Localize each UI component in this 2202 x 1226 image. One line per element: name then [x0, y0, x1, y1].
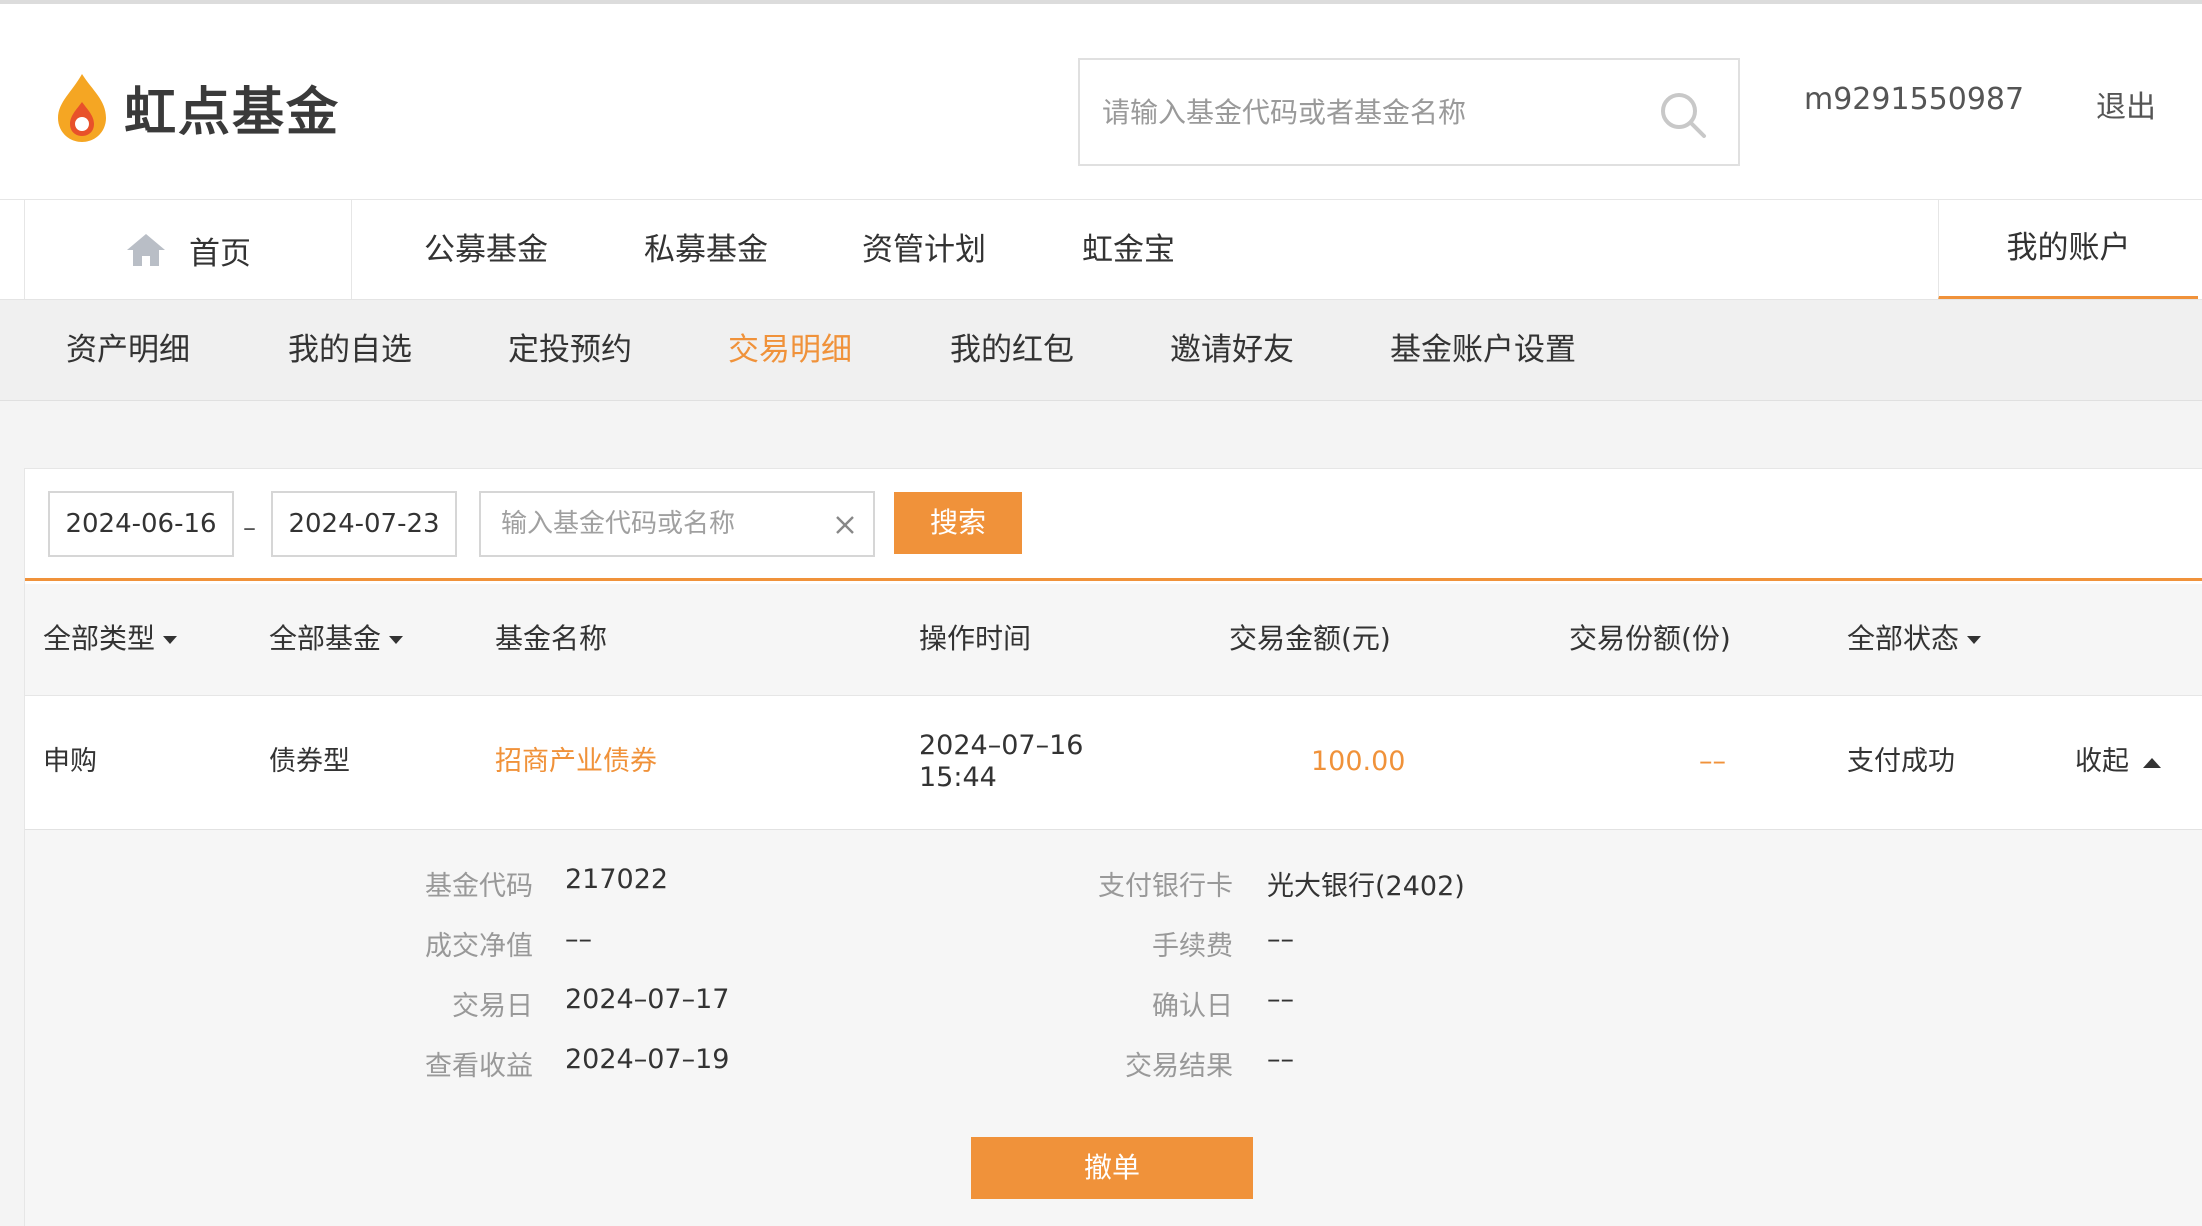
caret-down-icon — [163, 636, 178, 644]
subnav-red-packets[interactable]: 我的红包 — [950, 300, 1074, 400]
detail-label: 确认日 — [1152, 991, 1233, 1022]
date-separator: – — [243, 513, 256, 543]
logo-flame-icon — [58, 73, 106, 142]
detail-confirm-date: –– — [1267, 984, 1294, 1015]
nav-my-account[interactable]: 我的账户 — [1938, 200, 2198, 300]
caret-up-icon — [2143, 757, 2161, 768]
nav-private-funds[interactable]: 私募基金 — [644, 200, 768, 300]
nav-hongjinbao[interactable]: 虹金宝 — [1082, 200, 1175, 300]
end-date-picker[interactable]: 2024-07-23 — [271, 491, 457, 557]
col-operation-time: 操作时间 — [919, 622, 1032, 655]
subnav-invite-friends[interactable]: 邀请好友 — [1170, 300, 1294, 400]
detail-label: 交易结果 — [1125, 1051, 1233, 1082]
table-header: 全部类型 全部基金 基金名称 操作时间 交易金额(元) 交易份额(份) 全部状态 — [25, 584, 2202, 696]
row-shares: –– — [1699, 746, 1726, 777]
clear-icon[interactable] — [833, 513, 857, 537]
detail-label: 基金代码 — [425, 871, 533, 902]
start-date-picker[interactable]: 2024-06-16 — [48, 491, 234, 557]
row-operation-time: 2024–07–16 15:44 — [919, 730, 1083, 794]
fund-search-input[interactable] — [1102, 60, 1662, 164]
subnav-fund-account-settings[interactable]: 基金账户设置 — [1390, 300, 1576, 400]
filter-bar: 2024-06-16 – 2024-07-23 搜索 — [25, 469, 2202, 581]
account-sub-nav: 资产明细 我的自选 定投预约 交易明细 我的红包 邀请好友 基金账户设置 — [0, 299, 2202, 401]
caret-down-icon — [1967, 636, 1982, 644]
fund-filter-input[interactable] — [501, 493, 821, 555]
subnav-watchlist[interactable]: 我的自选 — [288, 300, 412, 400]
nav-home[interactable]: 首页 — [24, 200, 352, 300]
detail-bank-card: 光大银行(2402) — [1267, 871, 1465, 902]
row-time: 15:44 — [919, 762, 997, 793]
fund-filter-box[interactable] — [479, 491, 875, 557]
row-fund-type: 债券型 — [269, 746, 350, 777]
col-fund-name: 基金名称 — [495, 622, 608, 655]
col-shares: 交易份额(份) — [1569, 622, 1731, 655]
detail-result: –– — [1267, 1044, 1294, 1075]
row-type: 申购 — [43, 746, 97, 777]
collapse-label: 收起 — [2075, 746, 2129, 777]
subnav-assets[interactable]: 资产明细 — [66, 300, 190, 400]
detail-label: 支付银行卡 — [1098, 871, 1233, 902]
transactions-panel: 2024-06-16 – 2024-07-23 搜索 全部类型 全部基金 基金名… — [24, 468, 2202, 1226]
detail-label: 手续费 — [1152, 931, 1233, 962]
detail-fund-code: 217022 — [565, 864, 669, 895]
subnav-transactions[interactable]: 交易明细 — [728, 300, 852, 400]
detail-earnings-date: 2024–07–19 — [565, 1044, 730, 1075]
detail-label: 查看收益 — [425, 1051, 533, 1082]
type-filter-label: 全部类型 — [43, 622, 156, 655]
transaction-detail: 基金代码 217022 成交净值 –– 交易日 2024–07–17 查看收益 … — [25, 830, 2202, 1226]
status-filter-label: 全部状态 — [1847, 622, 1960, 655]
row-date: 2024–07–16 — [919, 730, 1084, 761]
caret-down-icon — [389, 636, 404, 644]
subnav-auto-invest[interactable]: 定投预约 — [508, 300, 632, 400]
logo[interactable]: 虹点基金 — [52, 70, 340, 145]
table-row[interactable]: 申购 债券型 招商产业债券 2024–07–16 15:44 100.00 ––… — [25, 696, 2202, 830]
cancel-order-button[interactable]: 撤单 — [971, 1137, 1253, 1199]
search-button[interactable]: 搜索 — [894, 492, 1022, 554]
nav-public-funds[interactable]: 公募基金 — [424, 200, 548, 300]
detail-fee: –– — [1267, 924, 1294, 955]
col-amount: 交易金额(元) — [1229, 622, 1391, 655]
main-nav: 首页 公募基金 私募基金 资管计划 虹金宝 我的账户 — [0, 199, 2202, 300]
fund-filter-label: 全部基金 — [269, 622, 382, 655]
row-fund-name-link[interactable]: 招商产业债券 — [495, 696, 657, 828]
search-icon[interactable] — [1658, 90, 1708, 140]
home-icon — [127, 234, 165, 266]
username[interactable]: m9291550987 — [1804, 82, 2024, 117]
site-header: 虹点基金 m9291550987 退出 — [0, 4, 2202, 199]
detail-label: 交易日 — [452, 991, 533, 1022]
nav-asset-plans[interactable]: 资管计划 — [862, 200, 986, 300]
detail-trade-date: 2024–07–17 — [565, 984, 730, 1015]
fund-search-box[interactable] — [1078, 58, 1740, 166]
fund-filter-dropdown[interactable]: 全部基金 — [269, 584, 404, 694]
collapse-toggle[interactable]: 收起 — [2075, 696, 2161, 828]
row-amount: 100.00 — [1311, 746, 1406, 777]
type-filter-dropdown[interactable]: 全部类型 — [43, 584, 178, 694]
logo-text: 虹点基金 — [124, 83, 341, 143]
logout-link[interactable]: 退出 — [2096, 82, 2156, 126]
detail-label: 成交净值 — [425, 931, 533, 962]
status-filter-dropdown[interactable]: 全部状态 — [1847, 584, 1982, 694]
detail-nav: –– — [565, 924, 592, 955]
row-status: 支付成功 — [1847, 746, 1955, 777]
nav-home-label: 首页 — [189, 235, 251, 272]
